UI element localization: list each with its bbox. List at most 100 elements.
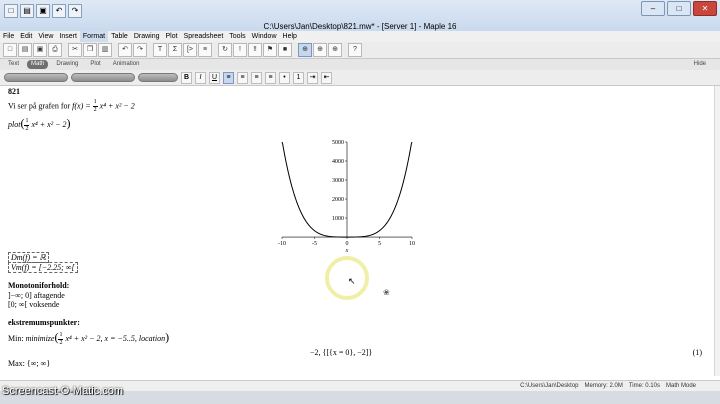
mouse-pointer-icon: ↖ bbox=[348, 276, 356, 286]
menu-table[interactable]: Table bbox=[108, 31, 131, 42]
tab-text[interactable]: Text bbox=[4, 60, 23, 69]
x-tick-label: 10 bbox=[409, 241, 415, 247]
fraction: 12 bbox=[92, 99, 98, 113]
menu-help[interactable]: Help bbox=[280, 31, 300, 42]
y-tick-label: 4000 bbox=[332, 159, 344, 165]
tab-math[interactable]: Math bbox=[27, 60, 49, 69]
menu-view[interactable]: View bbox=[35, 31, 56, 42]
intro-line: Vi ser på grafen for f(x) = 12 x⁴ + x² −… bbox=[8, 99, 135, 113]
worksheet[interactable]: 821 Vi ser på grafen for f(x) = 12 x⁴ + … bbox=[4, 86, 716, 380]
close-button[interactable]: ✕ bbox=[693, 1, 717, 16]
x-tick-label: -10 bbox=[278, 241, 286, 247]
tab-animation[interactable]: Animation bbox=[109, 60, 144, 69]
menu-window[interactable]: Window bbox=[249, 31, 280, 42]
main-toolbar: □ ▤ ▣ ⎙ ✂ ❐ ▥ ↶ ↷ T Σ [> ≡ ↻ ! ‼ ⚑ ■ ⊕ ⊕… bbox=[0, 42, 720, 59]
context-tabs: Text Math Drawing Plot Animation Hide bbox=[0, 59, 720, 70]
tab-drawing[interactable]: Drawing bbox=[52, 60, 82, 69]
numbered-list-icon[interactable]: 1 bbox=[293, 71, 304, 84]
vertical-scrollbar[interactable] bbox=[714, 86, 720, 376]
execution-group-icon[interactable]: [> bbox=[183, 43, 197, 57]
menu-drawing[interactable]: Drawing bbox=[131, 31, 163, 42]
menu-plot[interactable]: Plot bbox=[163, 31, 181, 42]
menu-spreadsheet[interactable]: Spreadsheet bbox=[181, 31, 227, 42]
menu-file[interactable]: File bbox=[0, 31, 17, 42]
menu-format[interactable]: Format bbox=[79, 31, 109, 42]
stop-icon[interactable]: ■ bbox=[278, 43, 292, 57]
font-dropdown[interactable] bbox=[71, 73, 135, 82]
status-memory: Memory: 2.0M bbox=[584, 383, 623, 389]
italic-icon[interactable]: I bbox=[195, 71, 206, 84]
align-center-icon[interactable]: ≡ bbox=[237, 71, 248, 84]
x-axis-label: x bbox=[345, 248, 349, 254]
hide-toolbar-button[interactable]: Hide bbox=[690, 60, 710, 69]
domain-line: Dm(f) = ℝ bbox=[8, 252, 49, 263]
justify-icon[interactable]: ≡ bbox=[265, 71, 276, 84]
watermark: Screencast-O-Matic.com bbox=[2, 385, 124, 397]
x-tick-label: 5 bbox=[378, 241, 381, 247]
plot-command[interactable]: plot(1 2 x⁴ + x² − 2) bbox=[8, 116, 71, 133]
new-icon[interactable]: □ bbox=[4, 4, 18, 18]
section-icon[interactable]: ≡ bbox=[198, 43, 212, 57]
menu-bar: File Edit View Insert Format Table Drawi… bbox=[0, 31, 720, 42]
debug-icon[interactable]: ⚑ bbox=[263, 43, 277, 57]
open-icon[interactable]: ▤ bbox=[18, 43, 32, 57]
underline-icon[interactable]: U bbox=[209, 71, 220, 84]
tab-plot[interactable]: Plot bbox=[86, 60, 104, 69]
math-icon[interactable]: Σ bbox=[168, 43, 182, 57]
redo-icon[interactable]: ↷ bbox=[68, 4, 82, 18]
range-line: Vm(f) = [−2.25; ∞[ bbox=[8, 262, 78, 273]
outdent-icon[interactable]: ⇤ bbox=[321, 71, 332, 84]
print-icon[interactable]: ⎙ bbox=[48, 43, 62, 57]
menu-tools[interactable]: Tools bbox=[226, 31, 248, 42]
zoom-200-icon[interactable]: ⊕ bbox=[328, 43, 342, 57]
y-tick-label: 2000 bbox=[332, 197, 344, 203]
undo-icon[interactable]: ↶ bbox=[52, 4, 66, 18]
redo-icon[interactable]: ↷ bbox=[133, 43, 147, 57]
help-icon[interactable]: ? bbox=[348, 43, 362, 57]
execute-icon[interactable]: ! bbox=[233, 43, 247, 57]
quick-access-toolbar: □ ▤ ▣ ↶ ↷ bbox=[4, 4, 82, 18]
paste-icon[interactable]: ▥ bbox=[98, 43, 112, 57]
size-dropdown[interactable] bbox=[138, 73, 178, 82]
align-right-icon[interactable]: ≡ bbox=[251, 71, 262, 84]
copy-icon[interactable]: ❐ bbox=[83, 43, 97, 57]
max-line: Max: {∞; ∞} bbox=[8, 359, 51, 368]
x-tick-label: 0 bbox=[346, 241, 349, 247]
save-icon[interactable]: ▣ bbox=[36, 4, 50, 18]
cursor-highlight bbox=[325, 256, 369, 300]
y-tick-label: 3000 bbox=[332, 178, 344, 184]
style-dropdown[interactable] bbox=[4, 73, 68, 82]
execute-all-icon[interactable]: ‼ bbox=[248, 43, 262, 57]
monotony-decreasing: ]−∞; 0] aftagende bbox=[8, 291, 65, 300]
bullet-list-icon[interactable]: • bbox=[279, 71, 290, 84]
undo-icon[interactable]: ↶ bbox=[118, 43, 132, 57]
window-title: C:\Users\Jan\Desktop\821.mw* - [Server 1… bbox=[263, 22, 457, 31]
function-plot[interactable]: -10 -5 0 5 10 1000 2000 3000 4000 5000 x bbox=[272, 138, 422, 256]
x-tick-label: -5 bbox=[312, 241, 317, 247]
status-time: Time: 0.10s bbox=[628, 383, 660, 389]
align-left-icon[interactable]: ≡ bbox=[223, 71, 234, 84]
section-header: 821 bbox=[8, 87, 20, 96]
cut-icon[interactable]: ✂ bbox=[68, 43, 82, 57]
y-tick-label: 5000 bbox=[332, 140, 344, 146]
indent-icon[interactable]: ⇥ bbox=[307, 71, 318, 84]
monotony-title: Monotoniforhold: bbox=[8, 281, 70, 290]
text-icon[interactable]: T bbox=[153, 43, 167, 57]
title-bar: □ ▤ ▣ ↶ ↷ C:\Users\Jan\Desktop\821.mw* -… bbox=[0, 0, 720, 32]
maximize-button[interactable]: □ bbox=[667, 1, 691, 16]
restart-icon[interactable]: ↻ bbox=[218, 43, 232, 57]
status-path: C:\Users\Jan\Desktop bbox=[520, 383, 579, 389]
bold-icon[interactable]: B bbox=[181, 71, 192, 84]
zoom-150-icon[interactable]: ⊕ bbox=[313, 43, 327, 57]
minimize-output: −2, {[{x = 0}, −2]} bbox=[310, 348, 373, 357]
save-icon[interactable]: ▣ bbox=[33, 43, 47, 57]
open-icon[interactable]: ▤ bbox=[20, 4, 34, 18]
new-icon[interactable]: □ bbox=[3, 43, 17, 57]
zoom-100-icon[interactable]: ⊕ bbox=[298, 43, 312, 57]
equation-label: (1) bbox=[692, 348, 702, 357]
menu-insert[interactable]: Insert bbox=[56, 31, 80, 42]
minimize-command[interactable]: Min: minimize(1 2 x⁴ + x² − 2, x = −5..5,… bbox=[8, 330, 169, 347]
menu-edit[interactable]: Edit bbox=[17, 31, 35, 42]
minimize-button[interactable]: – bbox=[641, 1, 665, 16]
monotony-increasing: [0; ∞[ voksende bbox=[8, 300, 60, 309]
